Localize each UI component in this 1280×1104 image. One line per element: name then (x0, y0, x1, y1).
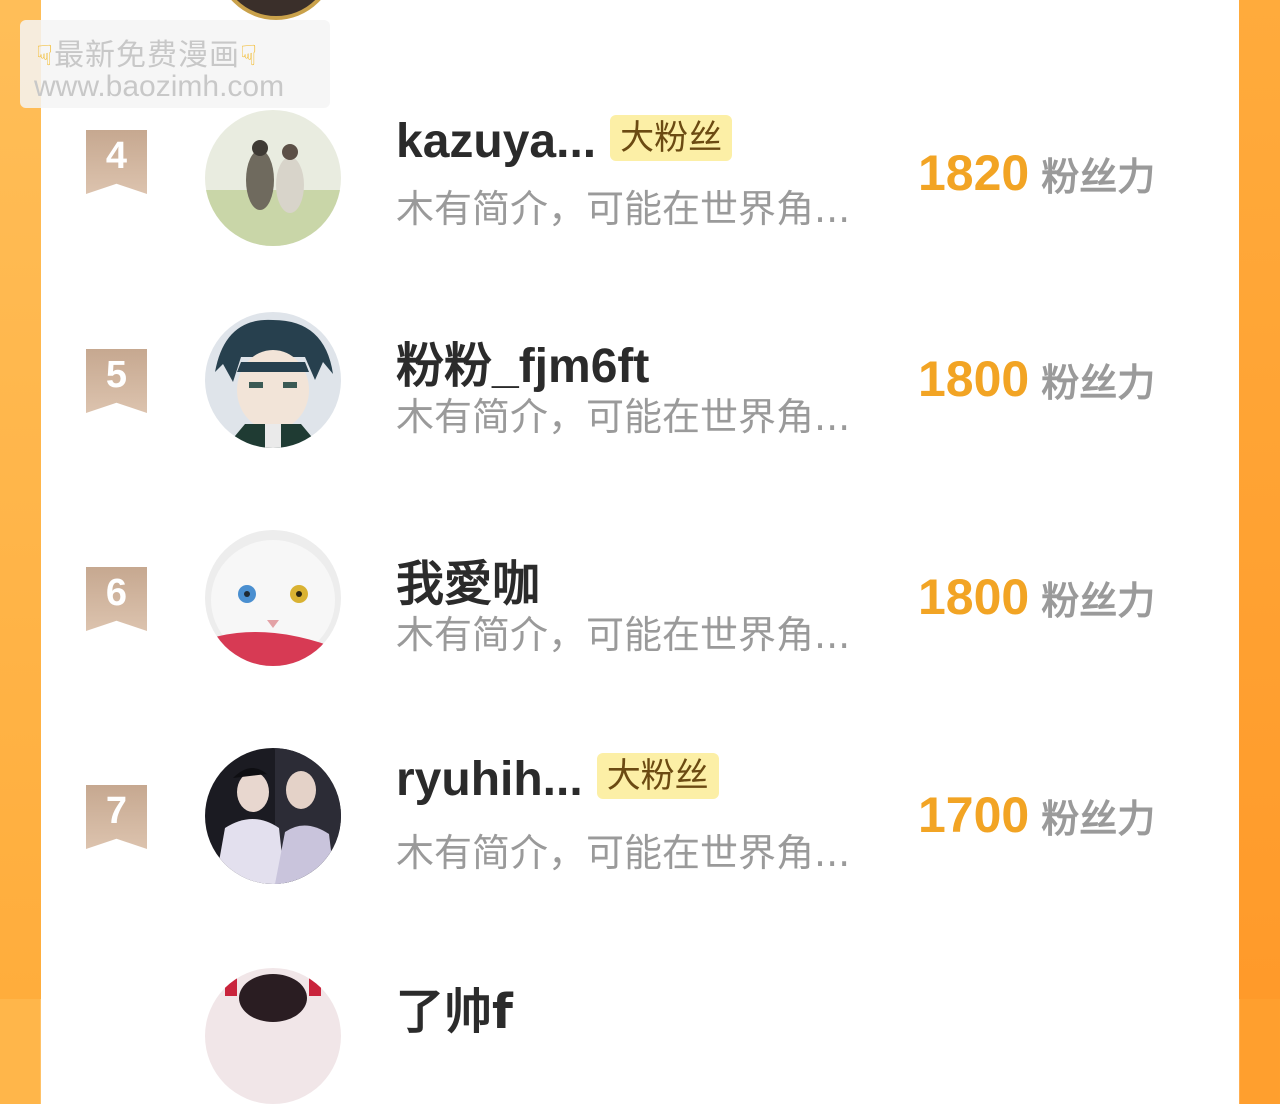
fan-power-value: 1820 (918, 145, 1030, 201)
user-name[interactable]: ryuhih... 大粉丝 (396, 752, 719, 807)
list-item[interactable]: 5 粉粉_fjm6ft 木有简介，可能在世界角... 1800 粉丝力 (0, 312, 1280, 462)
fan-power-unit: 粉丝力 (1041, 579, 1156, 623)
list-item[interactable]: 7 ryuhih... 大粉丝 木有简介，可能在世界角... 1700 粉丝力 (0, 748, 1280, 898)
pointing-hand-icon: ☟ (240, 39, 259, 72)
avatar[interactable] (205, 968, 341, 1104)
fan-power: 1800 粉丝力 (918, 350, 1155, 408)
fan-power-unit: 粉丝力 (1041, 361, 1156, 405)
watermark-text: 最新免费漫画 (54, 38, 241, 73)
avatar[interactable] (205, 110, 341, 246)
rank-ribbon: 5 (86, 349, 147, 413)
list-item[interactable]: 6 我愛咖 木有简介，可能在世界角... 1800 粉丝力 (0, 530, 1280, 680)
rank-ribbon: 4 (86, 130, 147, 194)
rank-ribbon: 6 (86, 567, 147, 631)
fan-power-value: 1800 (918, 569, 1030, 625)
user-bio: 木有简介，可能在世界角... (396, 613, 851, 657)
fan-power-unit: 粉丝力 (1041, 797, 1156, 841)
user-bio: 木有简介，可能在世界角... (396, 187, 851, 231)
fan-badge: 大粉丝 (610, 115, 733, 161)
fan-power-value: 1800 (918, 351, 1030, 407)
avatar[interactable] (205, 312, 341, 448)
fan-power: 1800 粉丝力 (918, 568, 1155, 626)
user-name[interactable]: kazuya... 大粉丝 (396, 114, 733, 169)
watermark-url: www.baozimh.com (34, 70, 285, 103)
list-item[interactable]: 4 kazuya... 大粉丝 木有简介，可能在世界角... 1820 粉丝力 (0, 110, 1280, 260)
fan-power-value: 1700 (918, 787, 1030, 843)
fan-badge: 大粉丝 (596, 753, 719, 799)
fan-power-unit: 粉丝力 (1041, 155, 1156, 199)
avatar[interactable] (205, 748, 341, 884)
avatar[interactable] (205, 530, 341, 666)
fan-power: 1820 粉丝力 (918, 144, 1155, 202)
fan-power: 1700 粉丝力 (918, 786, 1155, 844)
user-bio: 木有简介，可能在世界角... (396, 831, 851, 875)
watermark: ☟最新免费漫画☟ www.baozimh.com (20, 20, 330, 108)
pointing-hand-icon: ☟ (36, 39, 55, 72)
user-name[interactable]: 了帅f (396, 972, 513, 1042)
rank-ribbon: 7 (86, 785, 147, 849)
user-bio: 木有简介，可能在世界角... (396, 395, 851, 439)
